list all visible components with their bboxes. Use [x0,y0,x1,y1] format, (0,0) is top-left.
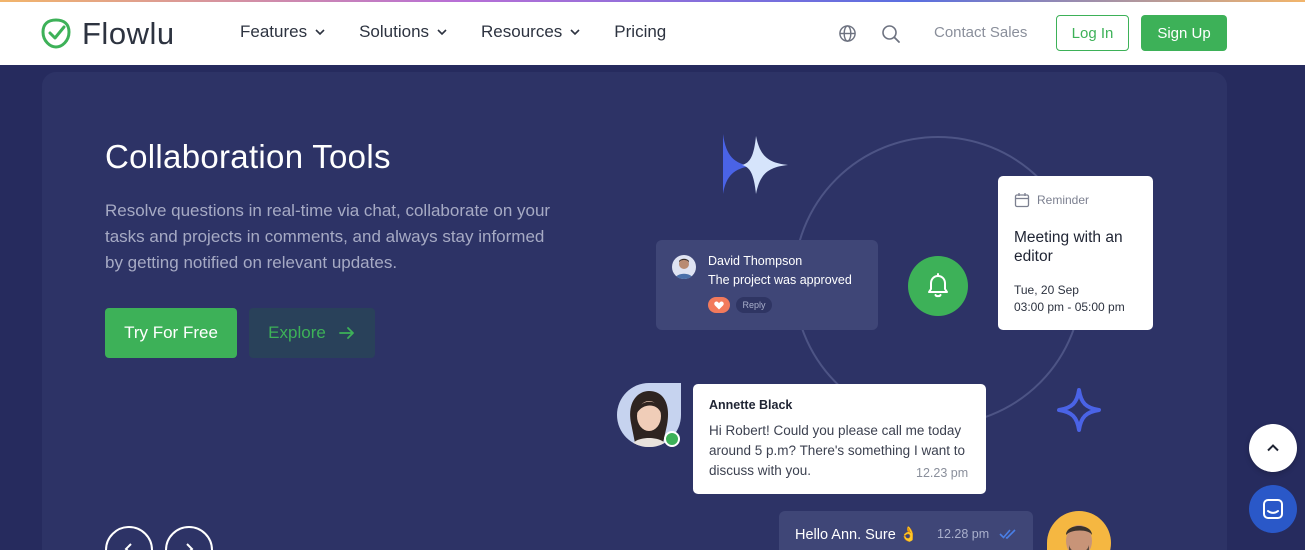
login-button[interactable]: Log In [1056,15,1129,51]
logo[interactable]: Flowlu [40,16,175,52]
sparkle-icon [723,134,788,194]
double-check-icon [999,529,1016,539]
annette-name: Annette Black [709,398,793,412]
nav-features-label: Features [240,22,308,41]
avatar [672,255,696,279]
reminder-time: 03:00 pm - 05:00 pm [1014,300,1125,314]
david-message: The project was approved [708,273,852,287]
calendar-icon [1014,193,1030,208]
bell-icon [928,273,948,298]
chat-icon [1263,499,1283,519]
nav-features[interactable]: Features [240,22,325,42]
person-icon [675,258,693,279]
nav-pricing[interactable]: Pricing [614,22,666,42]
live-chat-button[interactable] [1249,485,1297,533]
chevron-up-icon [1267,444,1279,452]
reply-button: Reply [736,297,772,313]
online-status-dot [664,431,680,447]
star-outline-icon [1057,388,1101,432]
reminder-label: Reminder [1037,193,1090,207]
hero-description: Resolve questions in real-time via chat,… [105,201,551,272]
explore-label: Explore [268,323,326,342]
nav-resources[interactable]: Resources [481,22,580,42]
explore-button[interactable]: Explore [249,308,375,358]
chevron-down-icon [570,29,580,36]
search-icon[interactable] [881,24,901,44]
header: Flowlu Features Solutions Resources Pric… [0,2,1305,65]
logo-text: Flowlu [82,16,175,51]
chevron-down-icon [437,29,447,36]
nav-pricing-label: Pricing [614,22,667,41]
reminder-date: Tue, 20 Sep [1014,283,1079,297]
heart-icon [714,301,724,309]
reminder-title: Meeting with an editor [1014,229,1123,265]
nav-solutions-label: Solutions [359,22,430,41]
main-nav: Features Solutions Resources Pricing [240,22,700,42]
heart-reaction [708,297,730,313]
signup-button[interactable]: Sign Up [1141,15,1227,51]
chevron-left-icon [124,543,132,550]
nav-resources-label: Resources [481,22,563,41]
hero-title: Collaboration Tools [105,138,391,175]
reply-message: Hello Ann. Sure 👌 [795,527,918,543]
nav-solutions[interactable]: Solutions [359,22,447,42]
check-shield-icon [41,18,71,49]
annette-time: 12.23 pm [916,466,969,480]
notification-bell [908,256,968,316]
arrow-right-icon [338,327,354,339]
contact-sales-link[interactable]: Contact Sales [934,24,1027,41]
chevron-right-icon [186,543,194,550]
david-name: David Thompson [708,254,803,268]
globe-icon[interactable] [838,24,857,43]
reply-time: 12.28 pm [937,527,990,541]
try-for-free-button[interactable]: Try For Free [105,308,237,358]
scroll-to-top-button[interactable] [1249,424,1297,472]
chevron-down-icon [315,29,325,36]
